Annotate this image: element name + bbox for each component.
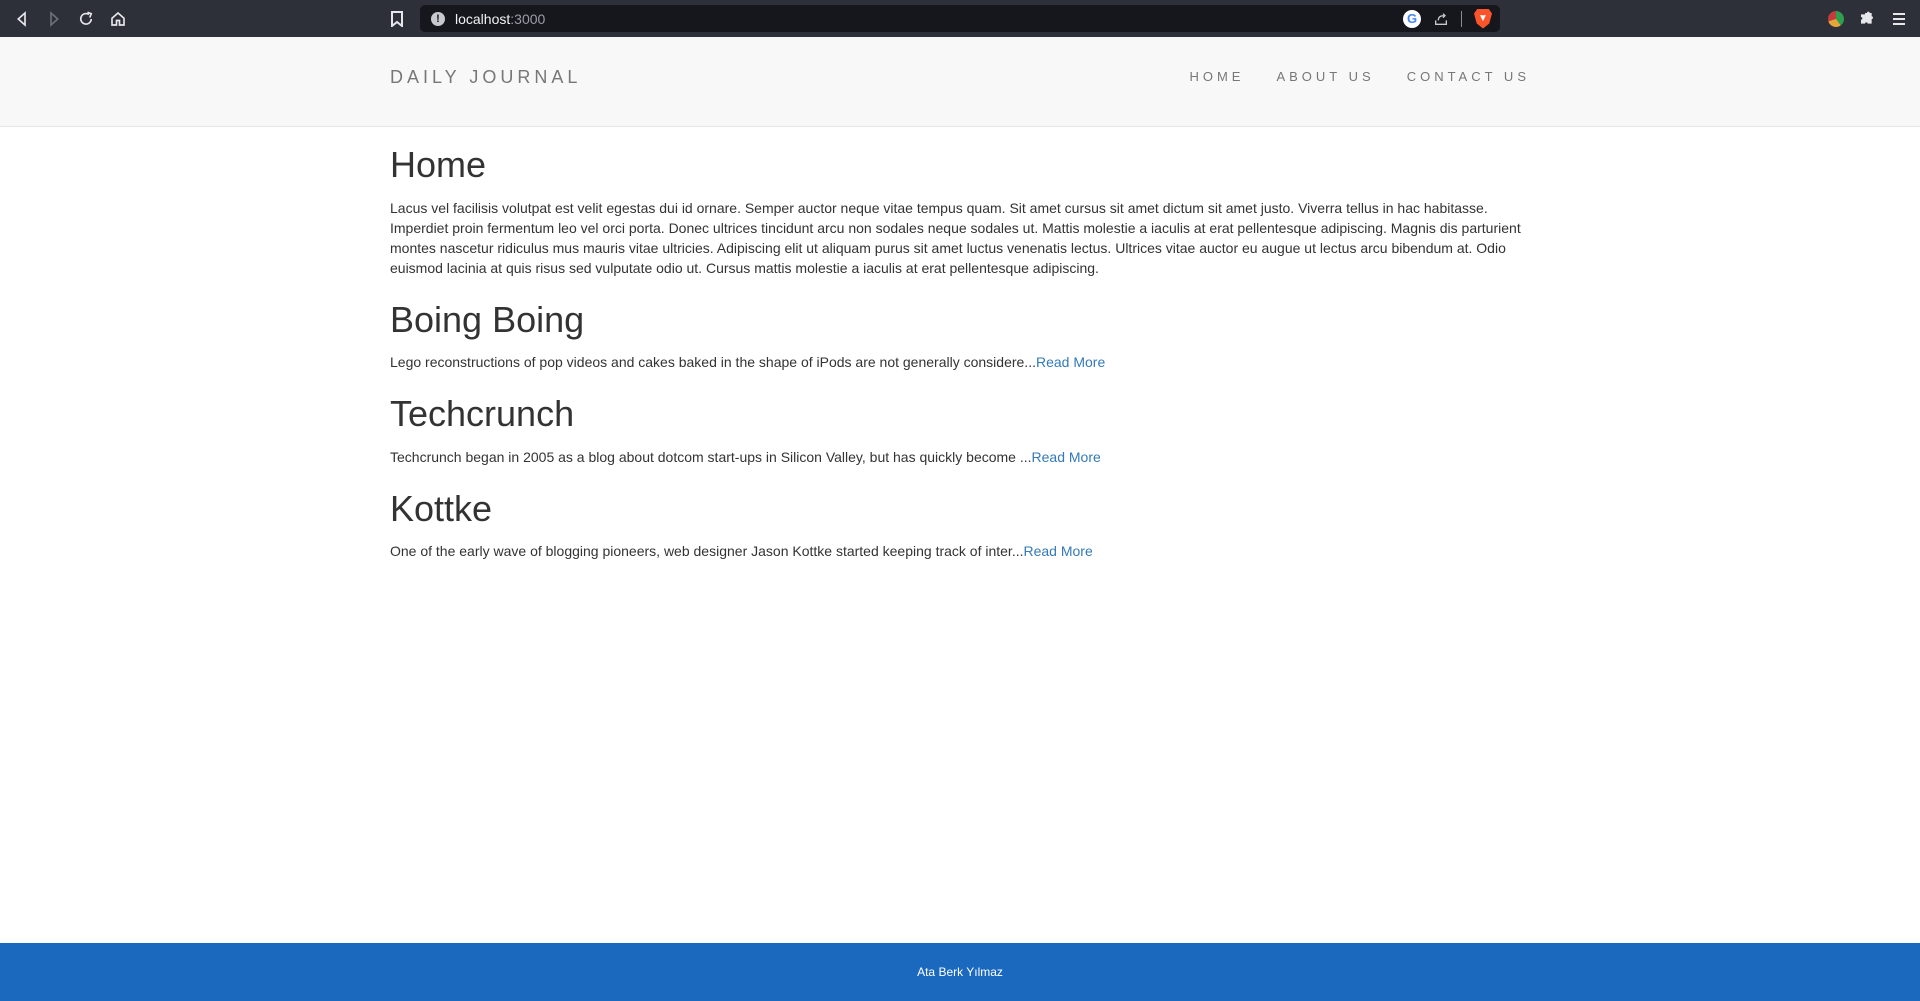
main-nav: HOME ABOUT US CONTACT US — [1189, 69, 1530, 84]
post-title: Techcrunch — [390, 393, 575, 435]
post-item: Kottke One of the early wave of blogging… — [390, 489, 1530, 562]
forward-icon — [50, 10, 59, 27]
share-icon[interactable] — [1433, 11, 1449, 27]
post-excerpt-row: Lego reconstructions of pop videos and c… — [390, 352, 1530, 372]
extensions-puzzle-icon[interactable] — [1858, 10, 1876, 28]
post-item: Techcrunch Techcrunch began in 2005 as a… — [390, 394, 1530, 467]
read-more-link[interactable]: Read More — [1024, 543, 1093, 559]
bookmark-button[interactable] — [386, 8, 408, 30]
reload-icon — [79, 10, 93, 25]
browser-toolbar: ! localhost :3000 G ▼ — [0, 0, 1920, 37]
post-excerpt: Lego reconstructions of pop videos and c… — [390, 354, 1036, 371]
main-content: Home Lacus vel facilisis volutpat est ve… — [390, 145, 1530, 583]
back-icon — [17, 10, 26, 27]
home-text: Lacus vel facilisis volutpat est velit e… — [390, 199, 1521, 276]
post-excerpt: Techcrunch began in 2005 as a blog about… — [390, 448, 1032, 465]
home-icon — [111, 11, 125, 26]
home-section: Home Lacus vel facilisis volutpat est ve… — [390, 145, 1530, 278]
read-more-link[interactable]: Read More — [1036, 354, 1105, 370]
wallet-icon[interactable] — [1828, 10, 1844, 27]
nav-home-link[interactable]: HOME — [1189, 69, 1244, 84]
url-host: localhost — [455, 10, 511, 27]
post-excerpt-row: Techcrunch began in 2005 as a blog about… — [390, 447, 1530, 467]
post-item: Boing Boing Lego reconstructions of pop … — [390, 298, 1530, 373]
site-header: DAILY JOURNAL HOME ABOUT US CONTACT US — [0, 37, 1920, 127]
bookmark-icon — [391, 11, 403, 27]
footer-author: Ata Berk Yılmaz — [917, 965, 1003, 979]
back-button[interactable] — [6, 0, 38, 37]
post-title: Boing Boing — [390, 298, 585, 340]
home-title: Home — [390, 144, 487, 185]
post-excerpt: One of the early wave of blogging pionee… — [390, 543, 1024, 560]
site-info-icon[interactable]: ! — [431, 11, 445, 26]
post-excerpt-row: One of the early wave of blogging pionee… — [390, 541, 1530, 561]
site-brand[interactable]: DAILY JOURNAL — [390, 67, 581, 88]
post-title: Kottke — [390, 487, 493, 529]
forward-button[interactable] — [38, 0, 70, 37]
read-more-link[interactable]: Read More — [1032, 449, 1101, 465]
home-button[interactable] — [102, 0, 134, 37]
site-footer: Ata Berk Yılmaz — [0, 943, 1920, 1001]
brave-shields-icon[interactable]: ▼ — [1474, 8, 1492, 29]
google-icon[interactable]: G — [1403, 9, 1421, 28]
nav-contact-link[interactable]: CONTACT US — [1407, 69, 1530, 84]
address-bar[interactable]: ! localhost :3000 G ▼ — [420, 5, 1500, 32]
toolbar-separator — [1461, 10, 1462, 27]
hamburger-menu-icon[interactable] — [1890, 10, 1908, 28]
nav-about-link[interactable]: ABOUT US — [1276, 69, 1374, 84]
reload-button[interactable] — [70, 0, 102, 37]
url-port: :3000 — [510, 10, 546, 27]
